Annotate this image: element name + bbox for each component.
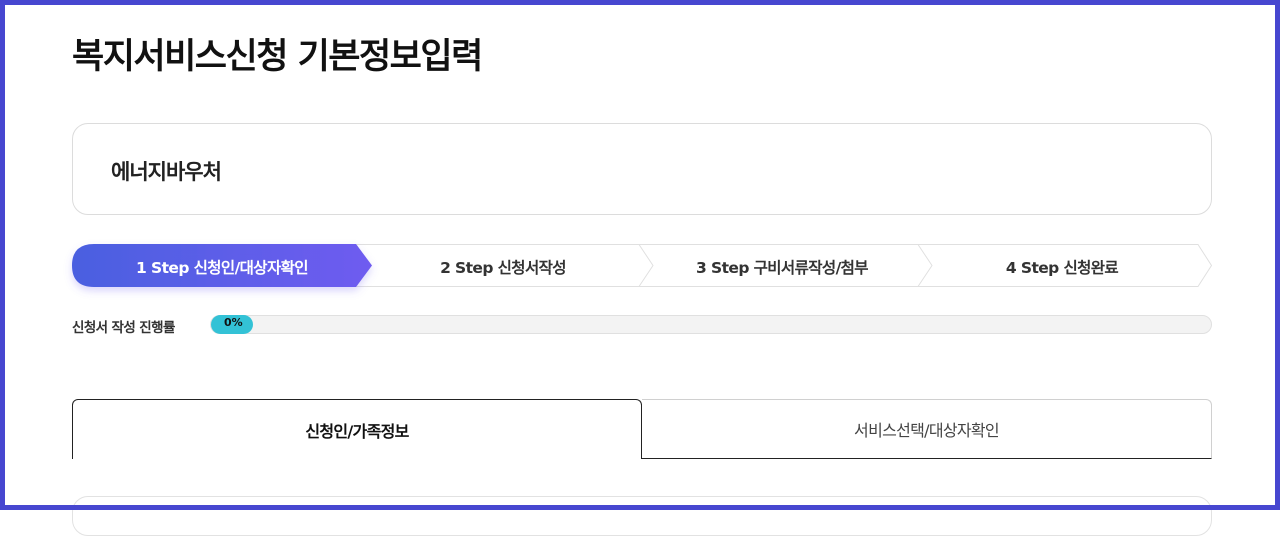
step-2-label[interactable]: 2 Step 신청서작성 [440, 256, 566, 278]
progress-fill: 0% [211, 315, 253, 334]
service-name: 에너지바우처 [111, 160, 222, 184]
progress-value: 0% [224, 316, 243, 329]
progress-label: 신청서 작성 진행률 [72, 320, 175, 336]
progress-bar: 0% [210, 315, 1212, 334]
step-1-label[interactable]: 1 Step 신청인/대상자확인 [136, 256, 309, 278]
service-info-box: 에너지바우처 [72, 123, 1212, 215]
step-indicator: 1 Step 신청인/대상자확인 2 Step 신청서작성 3 Step 구비서… [72, 244, 1213, 287]
page-title: 복지서비스신청 기본정보입력 [72, 37, 483, 77]
step-4-label[interactable]: 4 Step 신청완료 [1006, 256, 1119, 278]
form-tabs: 신청인/가족정보 서비스선택/대상자확인 [72, 399, 1212, 459]
tab-applicant-family-info[interactable]: 신청인/가족정보 [72, 399, 642, 459]
tab-service-selection[interactable]: 서비스선택/대상자확인 [642, 399, 1212, 459]
step-3-label[interactable]: 3 Step 구비서류작성/첨부 [696, 256, 869, 278]
form-section-box [72, 496, 1212, 536]
